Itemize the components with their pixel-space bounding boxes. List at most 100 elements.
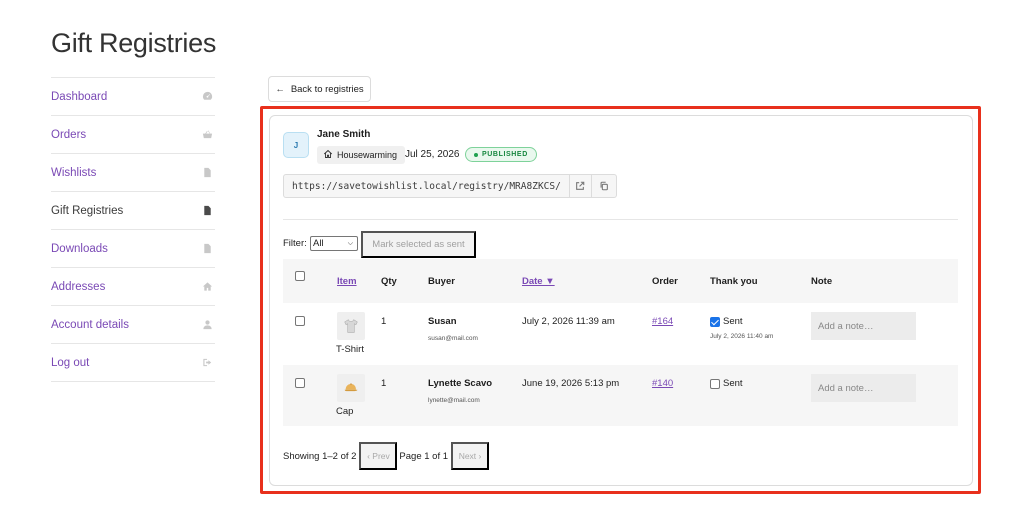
- row-checkbox[interactable]: [295, 378, 305, 388]
- sent-checkbox[interactable]: [710, 316, 720, 327]
- note-cell: Add a note…: [811, 303, 958, 340]
- sidebar-item-label: Log out: [51, 356, 90, 369]
- registry-owner-name: Jane Smith: [317, 129, 371, 140]
- registry-url-field: https://savetowishlist.local/registry/MR…: [283, 174, 617, 198]
- sidebar-item-label: Gift Registries: [51, 204, 124, 217]
- results-count: Showing 1–2 of 2: [283, 450, 357, 462]
- sidebar-item-account-details[interactable]: Account details: [51, 306, 215, 344]
- sidebar-item-log-out[interactable]: Log out: [51, 344, 215, 382]
- sidebar-item-addresses[interactable]: Addresses: [51, 268, 215, 306]
- tshirt-icon[interactable]: [337, 312, 365, 340]
- next-page-button[interactable]: Next ›: [451, 442, 490, 470]
- status-dot-icon: [474, 152, 478, 157]
- table-row: Cap 1 Lynette Scavo lynette@mail.com Jun…: [283, 365, 958, 427]
- buyer-cell: Susan susan@mail.com: [428, 303, 522, 342]
- row-select-cell: [283, 365, 323, 391]
- occasion-label: Housewarming: [337, 150, 398, 160]
- file-icon: [201, 167, 213, 179]
- filter-selected-value: All: [313, 238, 324, 249]
- row-checkbox[interactable]: [295, 316, 305, 326]
- table-row: T-Shirt 1 Susan susan@mail.com July 2, 2…: [283, 303, 958, 365]
- copy-icon[interactable]: [592, 175, 616, 197]
- sidebar-item-label: Account details: [51, 318, 129, 331]
- status-badge: PUBLISHED: [465, 147, 537, 162]
- purchase-date: June 19, 2026 5:13 pm: [522, 378, 620, 389]
- sidebar-item-label: Wishlists: [51, 166, 97, 179]
- occasion-tag: Housewarming: [317, 146, 406, 164]
- user-icon: [201, 319, 213, 331]
- buyer-cell: Lynette Scavo lynette@mail.com: [428, 365, 522, 404]
- buyer-name: Susan: [428, 316, 457, 327]
- select-all-cell: [283, 259, 323, 284]
- sidebar-item-label: Dashboard: [51, 90, 108, 103]
- sidebar-item-downloads[interactable]: Downloads: [51, 230, 215, 268]
- item-cell: T-Shirt: [323, 303, 381, 355]
- column-header-item[interactable]: Item: [323, 276, 381, 287]
- back-to-registries-button[interactable]: ← Back to registries: [268, 76, 371, 102]
- thank-you-cell: Sent July 2, 2026 11:40 am: [710, 303, 811, 340]
- sidebar-item-label: Addresses: [51, 280, 106, 293]
- page-title: Gift Registries: [51, 28, 217, 58]
- sent-checkbox[interactable]: [710, 378, 720, 389]
- arrow-left-icon: ←: [275, 83, 285, 95]
- event-date: Jul 25, 2026: [405, 149, 460, 160]
- column-header-qty: Qty: [381, 275, 397, 287]
- column-header-thank-you: Thank you: [710, 275, 758, 287]
- order-cell: #140: [652, 365, 710, 389]
- qty-cell: 1: [381, 378, 387, 389]
- basket-icon: [201, 129, 213, 141]
- column-header-buyer: Buyer: [428, 275, 455, 287]
- sidebar-item-gift-registries[interactable]: Gift Registries: [51, 192, 215, 230]
- sidebar-item-orders[interactable]: Orders: [51, 116, 215, 154]
- product-name: T-Shirt: [336, 344, 364, 355]
- registry-url[interactable]: https://savetowishlist.local/registry/MR…: [284, 175, 570, 197]
- filter-select[interactable]: All ⌵: [310, 236, 358, 251]
- note-input[interactable]: Add a note…: [811, 374, 916, 402]
- home-icon: [323, 149, 333, 161]
- product-name: Cap: [336, 406, 354, 417]
- status-label: PUBLISHED: [482, 151, 528, 158]
- file-icon: [201, 205, 213, 217]
- sidebar-item-label: Orders: [51, 128, 87, 141]
- section-divider: [283, 219, 958, 220]
- order-link[interactable]: #140: [652, 378, 673, 389]
- sent-date: July 2, 2026 11:40 am: [710, 333, 774, 340]
- thank-you-cell: Sent: [710, 365, 811, 389]
- account-navigation: Dashboard Orders Wishlists Gift Registri…: [51, 77, 215, 382]
- purchases-table: Item Qty Buyer Date ▼ Order Thank you No…: [283, 259, 958, 427]
- qty-cell: 1: [381, 316, 387, 327]
- cap-icon[interactable]: [337, 374, 365, 402]
- column-header-note: Note: [811, 275, 833, 287]
- pagination: Showing 1–2 of 2 ‹ Prev Page 1 of 1 Next…: [283, 442, 490, 470]
- mark-selected-as-sent-button[interactable]: Mark selected as sent: [361, 231, 476, 258]
- avatar: J: [283, 132, 309, 158]
- select-all-checkbox[interactable]: [295, 271, 305, 281]
- column-header-order: Order: [652, 275, 678, 287]
- prev-page-button[interactable]: ‹ Prev: [359, 442, 398, 470]
- chevron-down-icon: ⌵: [347, 239, 353, 247]
- table-header: Item Qty Buyer Date ▼ Order Thank you No…: [283, 259, 958, 303]
- download-file-icon: [201, 243, 213, 255]
- buyer-name: Lynette Scavo: [428, 378, 493, 389]
- order-link[interactable]: #164: [652, 316, 673, 327]
- external-link-icon[interactable]: [570, 175, 592, 197]
- filter-label: Filter:: [283, 238, 307, 249]
- back-button-label: Back to registries: [290, 83, 364, 95]
- sign-out-icon: [201, 357, 213, 369]
- item-cell: Cap: [323, 365, 381, 417]
- sidebar-item-wishlists[interactable]: Wishlists: [51, 154, 215, 192]
- buyer-email: lynette@mail.com: [428, 397, 480, 404]
- buyer-email: susan@mail.com: [428, 335, 478, 342]
- note-input[interactable]: Add a note…: [811, 312, 916, 340]
- page-info: Page 1 of 1: [399, 450, 449, 462]
- sidebar-item-label: Downloads: [51, 242, 108, 255]
- sidebar-item-dashboard[interactable]: Dashboard: [51, 78, 215, 116]
- column-header-date[interactable]: Date ▼: [522, 276, 652, 287]
- sent-label: Sent: [723, 378, 743, 389]
- sent-label: Sent: [723, 316, 743, 327]
- note-cell: Add a note…: [811, 365, 958, 402]
- row-select-cell: [283, 303, 323, 329]
- dashboard-icon: [201, 91, 213, 103]
- purchase-date: July 2, 2026 11:39 am: [522, 316, 615, 327]
- home-icon: [201, 281, 213, 293]
